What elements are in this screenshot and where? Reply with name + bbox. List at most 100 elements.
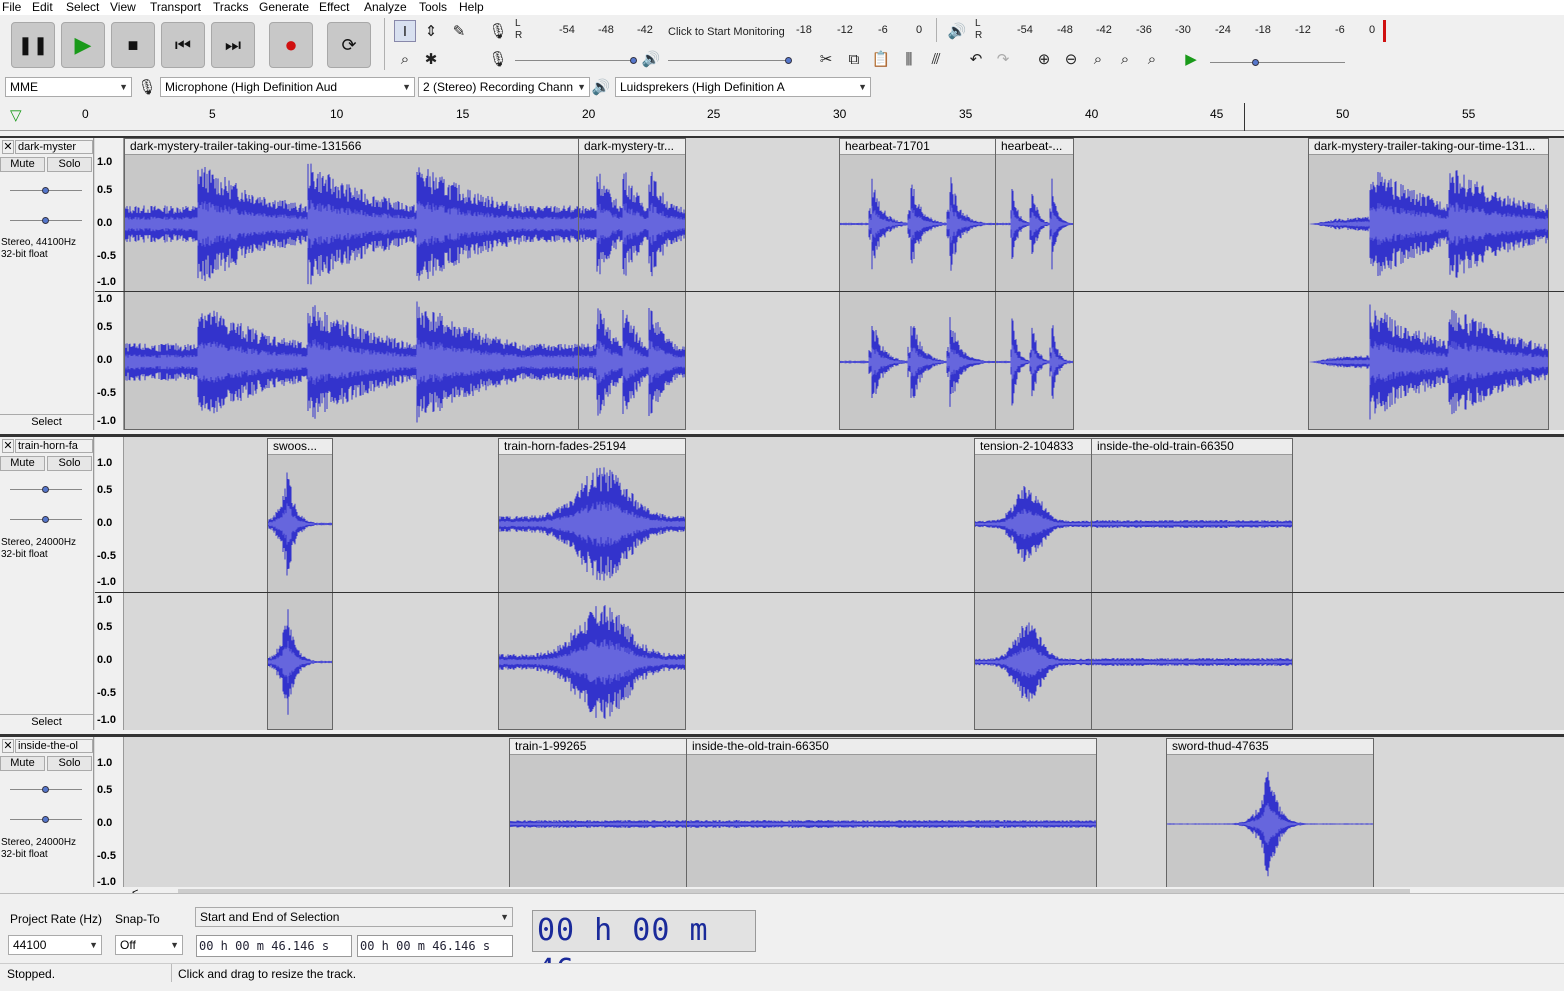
slider-knob[interactable] — [785, 57, 792, 64]
audio-position-display[interactable]: 00 h 00 m 46 s — [532, 910, 756, 988]
zoom-tool-icon[interactable]: ⌕ — [394, 48, 416, 70]
loop-button[interactable]: ⟳ — [327, 22, 371, 68]
mute-button[interactable]: Mute — [0, 756, 45, 771]
audio-clip[interactable]: hearbeat-... — [995, 138, 1074, 430]
solo-button[interactable]: Solo — [47, 456, 92, 471]
zoom-in-icon[interactable]: ⊕ — [1033, 48, 1055, 70]
clip-title[interactable]: train-horn-fades-25194 — [499, 439, 685, 455]
slider-knob[interactable] — [42, 187, 49, 194]
track-name-menu[interactable]: train-horn-fa — [15, 439, 93, 453]
play-button[interactable]: ▶ — [61, 22, 105, 68]
skip-end-button[interactable]: ⏭ — [211, 22, 255, 68]
menu-file[interactable]: File — [2, 0, 21, 14]
timeline-ruler[interactable]: ▽ 0 5 10 15 20 25 30 35 40 45 50 55 — [0, 103, 1564, 131]
playback-device-select[interactable]: Luidsprekers (High Definition A ▼ — [615, 77, 871, 97]
menu-view[interactable]: View — [110, 0, 136, 14]
record-meter[interactable]: -54 -48 -42 Click to Start Monitoring -1… — [524, 20, 924, 44]
track-dark-mystery[interactable]: ✕ dark-myster Mute Solo Stereo, 44100Hz 3… — [0, 136, 1564, 430]
play-head-icon[interactable]: ▽ — [10, 106, 22, 124]
slider-knob[interactable] — [42, 486, 49, 493]
gain-slider[interactable] — [10, 786, 82, 793]
menu-select[interactable]: Select — [66, 0, 99, 14]
record-button[interactable]: ● — [269, 22, 313, 68]
slider-knob[interactable] — [42, 217, 49, 224]
selection-tool-icon[interactable]: I — [394, 20, 416, 42]
microphone-icon[interactable]: 🎙 — [487, 20, 509, 42]
audio-host-select[interactable]: MME ▼ — [5, 77, 132, 97]
undo-icon[interactable]: ↶ — [965, 48, 987, 70]
audio-clip[interactable]: dark-mystery-trailer-taking-our-time-131… — [1308, 138, 1549, 430]
recording-channels-select[interactable]: 2 (Stereo) Recording Chann ▼ — [418, 77, 590, 97]
clip-title[interactable]: hearbeat-71701 — [840, 139, 995, 155]
track-name-menu[interactable]: dark-myster — [15, 140, 93, 154]
zoom-out-icon[interactable]: ⊖ — [1060, 48, 1082, 70]
play-at-speed-icon[interactable]: ▶ — [1180, 48, 1202, 70]
silence-audio-icon[interactable]: ⫻ — [925, 48, 947, 70]
clip-title[interactable]: dark-mystery-tr... — [579, 139, 685, 155]
track-name-menu[interactable]: inside-the-ol — [15, 739, 93, 753]
fit-selection-icon[interactable]: ⌕ — [1087, 48, 1109, 70]
slider-knob[interactable] — [630, 57, 637, 64]
menu-analyze[interactable]: Analyze — [364, 0, 407, 14]
clip-title[interactable]: inside-the-old-train-66350 — [1092, 439, 1292, 455]
clip-title[interactable]: dark-mystery-trailer-taking-our-time-131… — [1309, 139, 1548, 155]
draw-tool-icon[interactable]: ✎ — [448, 20, 470, 42]
gain-slider[interactable] — [10, 486, 82, 493]
clip-title[interactable]: tension-2-104833 — [975, 439, 1091, 455]
audio-clip[interactable]: dark-mystery-tr... — [578, 138, 686, 430]
audio-clip[interactable]: sword-thud-47635 — [1166, 738, 1374, 890]
selection-mode-select[interactable]: Start and End of Selection ▼ — [195, 907, 513, 927]
envelope-tool-icon[interactable]: ⇕ — [420, 20, 442, 42]
track-inside-the-old[interactable]: ✕ inside-the-ol Mute Solo Stereo, 24000Hz… — [0, 734, 1564, 890]
menu-tracks[interactable]: Tracks — [213, 0, 249, 14]
audio-clip[interactable]: inside-the-old-train-66350 — [1091, 438, 1293, 730]
trim-audio-icon[interactable]: ⫼ — [898, 48, 920, 70]
select-track-button[interactable]: Select — [0, 714, 93, 729]
mute-button[interactable]: Mute — [0, 157, 45, 172]
menu-tools[interactable]: Tools — [419, 0, 447, 14]
clip-title[interactable]: hearbeat-... — [996, 139, 1073, 155]
slider-knob[interactable] — [42, 786, 49, 793]
slider-knob[interactable] — [1252, 59, 1259, 66]
close-track-icon[interactable]: ✕ — [2, 140, 14, 154]
pan-slider[interactable] — [10, 516, 82, 523]
record-volume-slider[interactable] — [515, 57, 637, 64]
clip-title[interactable]: swoos... — [268, 439, 332, 455]
speaker-icon[interactable]: 🔊 — [946, 20, 968, 42]
audio-clip[interactable]: tension-2-104833 — [974, 438, 1092, 730]
select-track-button[interactable]: Select — [0, 414, 93, 429]
playback-meter[interactable]: -54 -48 -42 -36 -30 -24 -18 -12 -6 0 — [985, 20, 1395, 44]
fit-project-icon[interactable]: ⌕ — [1114, 48, 1136, 70]
play-speed-slider[interactable] — [1210, 59, 1345, 66]
clip-title[interactable]: dark-mystery-trailer-taking-our-time-131… — [125, 139, 578, 155]
track-train-horn[interactable]: ✕ train-horn-fa Mute Solo Stereo, 24000Hz… — [0, 434, 1564, 730]
solo-button[interactable]: Solo — [47, 157, 92, 172]
audio-clip[interactable]: train-horn-fades-25194 — [498, 438, 686, 730]
close-track-icon[interactable]: ✕ — [2, 739, 14, 753]
menu-generate[interactable]: Generate — [259, 0, 309, 14]
monitoring-hint[interactable]: Click to Start Monitoring — [668, 26, 785, 38]
snap-to-select[interactable]: Off ▼ — [115, 935, 183, 955]
audio-clip[interactable]: dark-mystery-trailer-taking-our-time-131… — [124, 138, 579, 430]
playback-volume-slider[interactable] — [668, 57, 792, 64]
close-track-icon[interactable]: ✕ — [2, 439, 14, 453]
skip-start-button[interactable]: ⏮ — [161, 22, 205, 68]
slider-knob[interactable] — [42, 516, 49, 523]
multi-tool-icon[interactable]: ✱ — [420, 48, 442, 70]
menu-transport[interactable]: Transport — [150, 0, 201, 14]
audio-clip[interactable]: train-1-99265 — [509, 738, 687, 890]
solo-button[interactable]: Solo — [47, 756, 92, 771]
mute-button[interactable]: Mute — [0, 456, 45, 471]
pause-button[interactable]: ❚❚ — [11, 22, 55, 68]
paste-icon[interactable]: 📋 — [870, 48, 892, 70]
redo-icon[interactable]: ↷ — [992, 48, 1014, 70]
menu-edit[interactable]: Edit — [32, 0, 53, 14]
stop-button[interactable]: ■ — [111, 22, 155, 68]
audio-clip[interactable]: swoos... — [267, 438, 333, 730]
cut-icon[interactable]: ✂ — [815, 48, 837, 70]
recording-device-select[interactable]: Microphone (High Definition Aud ▼ — [160, 77, 415, 97]
zoom-toggle-icon[interactable]: ⌕ — [1141, 48, 1163, 70]
slider-knob[interactable] — [42, 816, 49, 823]
menu-effect[interactable]: Effect — [319, 0, 349, 14]
audio-clip[interactable]: inside-the-old-train-66350 — [686, 738, 1097, 890]
